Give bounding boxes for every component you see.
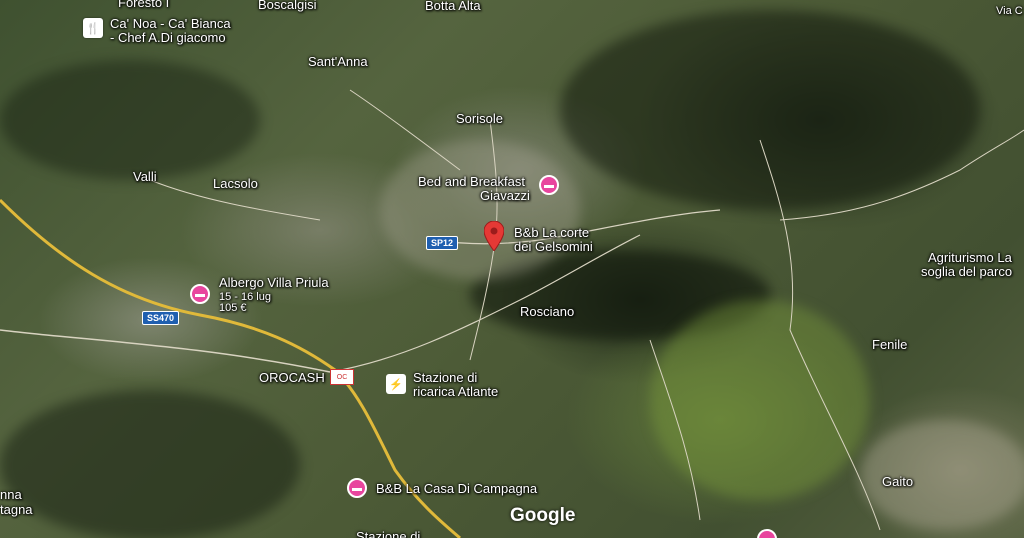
poi-albergo-price: 105 € bbox=[219, 302, 247, 314]
poi-agriturismo-line1[interactable]: Agriturismo La bbox=[928, 251, 1012, 264]
bed-icon[interactable]: ▬ bbox=[539, 175, 559, 195]
road-network bbox=[0, 89, 1024, 538]
poi-albergo-name[interactable]: Albergo Villa Priula bbox=[219, 276, 329, 289]
restaurant-icon[interactable]: 🍴 bbox=[83, 18, 103, 38]
place-label-santanna: Sant'Anna bbox=[308, 54, 368, 69]
place-label-via: Via C bbox=[996, 5, 1023, 17]
poi-canoa-line2[interactable]: - Chef A.Di giacomo bbox=[110, 31, 226, 44]
place-label-tagna: tagna bbox=[0, 502, 33, 517]
place-label-gaito: Gaito bbox=[882, 474, 914, 489]
bed-icon[interactable]: ▬ bbox=[347, 478, 367, 498]
location-pin-icon[interactable] bbox=[484, 221, 504, 251]
road-shield-sp12: SP12 bbox=[426, 236, 459, 250]
place-label-anna: nna bbox=[0, 487, 22, 502]
poi-casa-campagna[interactable]: B&B La Casa Di Campagna bbox=[376, 482, 537, 495]
place-label-boscalgisi: Boscalgisi bbox=[258, 0, 317, 12]
place-label-botta-alta: Botta Alta bbox=[425, 0, 481, 13]
poi-canoa-line1[interactable]: Ca' Noa - Ca' Bianca bbox=[110, 17, 231, 30]
poi-stazione-line2[interactable]: ricarica Atlante bbox=[413, 385, 498, 398]
orocash-logo-icon[interactable]: OC bbox=[330, 369, 354, 385]
poi-orocash[interactable]: OROCASH bbox=[259, 371, 325, 384]
bed-icon[interactable]: ▬ bbox=[190, 284, 210, 304]
poi-bb-giavazzi-line1[interactable]: Bed and Breakfast bbox=[418, 175, 525, 188]
place-label-foresto: Foresto I bbox=[118, 0, 170, 10]
road-shield-ss470: SS470 bbox=[142, 311, 180, 325]
place-label-valli: Valli bbox=[133, 169, 157, 184]
poi-stazione-line1[interactable]: Stazione di bbox=[413, 371, 477, 384]
poi-bb-giavazzi-line2[interactable]: Giavazzi bbox=[480, 189, 530, 202]
ev-charging-icon[interactable]: ⚡ bbox=[386, 374, 406, 394]
poi-corte-line2[interactable]: dei Gelsomini bbox=[514, 240, 593, 253]
poi-stazione-bottom[interactable]: Stazione di bbox=[356, 530, 420, 538]
satellite-map[interactable]: Foresto I Boscalgisi Botta Alta Via C Sa… bbox=[0, 0, 1024, 538]
google-logo: Google bbox=[510, 505, 576, 526]
poi-corte-line1[interactable]: B&b La corte bbox=[514, 226, 589, 239]
place-label-sorisole: Sorisole bbox=[456, 111, 503, 126]
place-label-fenile: Fenile bbox=[872, 337, 908, 352]
poi-agriturismo-line2[interactable]: soglia del parco bbox=[921, 265, 1012, 278]
place-label-rosciano: Rosciano bbox=[520, 304, 575, 319]
place-label-lacsolo: Lacsolo bbox=[213, 176, 258, 191]
